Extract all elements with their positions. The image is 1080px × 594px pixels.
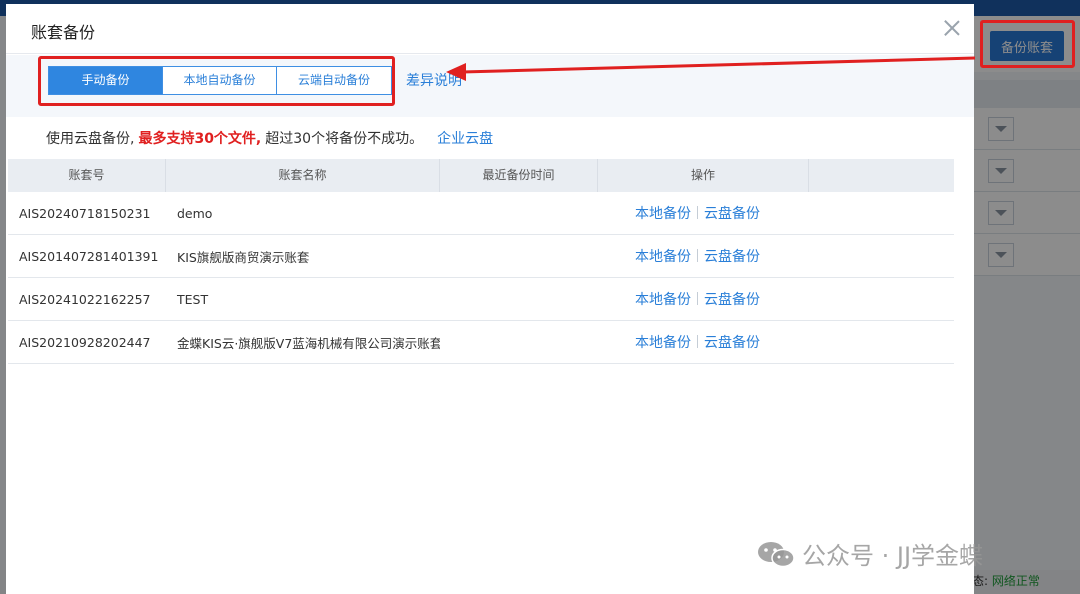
row-actions: 本地备份 云盘备份: [598, 246, 809, 266]
cloud-backup-link[interactable]: 云盘备份: [704, 292, 760, 308]
account-id: AIS20210928202447: [19, 334, 151, 350]
notice-prefix: 使用云盘备份,: [46, 131, 135, 147]
backup-dialog: 账套备份 手动备份 本地自动备份 云端自动备份 差异说明 使用云盘备份, 最多支持…: [6, 4, 974, 594]
cloud-backup-link[interactable]: 云盘备份: [704, 206, 760, 222]
table-row: AIS201407281401391 KIS旗舰版商贸演示账套 本地备份 云盘备份: [8, 235, 954, 278]
column-header-spacer: [809, 159, 954, 192]
row-actions: 本地备份 云盘备份: [598, 203, 809, 223]
account-name: TEST: [177, 291, 209, 307]
enterprise-cloud-disk-link[interactable]: 企业云盘: [437, 131, 493, 147]
cloud-backup-link[interactable]: 云盘备份: [704, 335, 760, 351]
account-table: 账套号 账套名称 最近备份时间 操作 AIS20240718150231 dem…: [8, 159, 954, 364]
column-header-last-backup: 最近备份时间: [440, 159, 598, 192]
account-name: 金蝶KIS云·旗舰版V7蓝海机械有限公司演示账套: [177, 335, 440, 351]
column-header-account-id: 账套号: [8, 159, 166, 192]
table-header: 账套号 账套名称 最近备份时间 操作: [8, 159, 954, 192]
close-icon[interactable]: [942, 18, 962, 38]
notice-warning: 最多支持30个文件,: [138, 131, 262, 147]
table-row: AIS20241022162257 TEST 本地备份 云盘备份: [8, 278, 954, 321]
cloud-backup-link[interactable]: 云盘备份: [704, 249, 760, 265]
table-row: AIS20240718150231 demo 本地备份 云盘备份: [8, 192, 954, 235]
local-backup-link[interactable]: 本地备份: [635, 335, 691, 351]
account-id: AIS201407281401391: [19, 248, 159, 264]
notice-suffix: 超过30个将备份不成功。: [265, 131, 424, 147]
action-divider: [697, 206, 698, 219]
local-backup-link[interactable]: 本地备份: [635, 292, 691, 308]
dialog-header: 账套备份: [6, 4, 974, 54]
dialog-title: 账套备份: [31, 23, 96, 42]
account-name: demo: [177, 205, 213, 221]
annotation-highlight-backup-button: [980, 20, 1075, 68]
local-backup-link[interactable]: 本地备份: [635, 249, 691, 265]
watermark-left: 大数跨境: [8, 562, 122, 588]
difference-explanation-link[interactable]: 差异说明: [406, 70, 462, 90]
account-name: KIS旗舰版商贸演示账套: [177, 249, 310, 265]
wechat-icon: [758, 541, 795, 567]
column-header-actions: 操作: [598, 159, 809, 192]
row-actions: 本地备份 云盘备份: [598, 332, 809, 352]
table-row: AIS20210928202447 金蝶KIS云·旗舰版V7蓝海机械有限公司演示…: [8, 321, 954, 364]
annotation-highlight-tabs: [38, 56, 395, 106]
local-backup-link[interactable]: 本地备份: [635, 206, 691, 222]
row-actions: 本地备份 云盘备份: [598, 289, 809, 309]
account-id: AIS20240718150231: [19, 205, 151, 221]
brand-logo-icon: [10, 567, 44, 583]
action-divider: [697, 335, 698, 348]
watermark-left-text: 大数跨境: [50, 566, 122, 587]
action-divider: [697, 292, 698, 305]
watermark-right-text: 公众号 · JJ学金蝶: [802, 542, 984, 570]
column-header-account-name: 账套名称: [166, 159, 440, 192]
cloud-backup-notice: 使用云盘备份, 最多支持30个文件, 超过30个将备份不成功。 企业云盘: [46, 128, 493, 148]
account-id: AIS20241022162257: [19, 291, 151, 307]
watermark-right: 公众号 · JJ学金蝶: [756, 536, 983, 571]
action-divider: [697, 249, 698, 262]
